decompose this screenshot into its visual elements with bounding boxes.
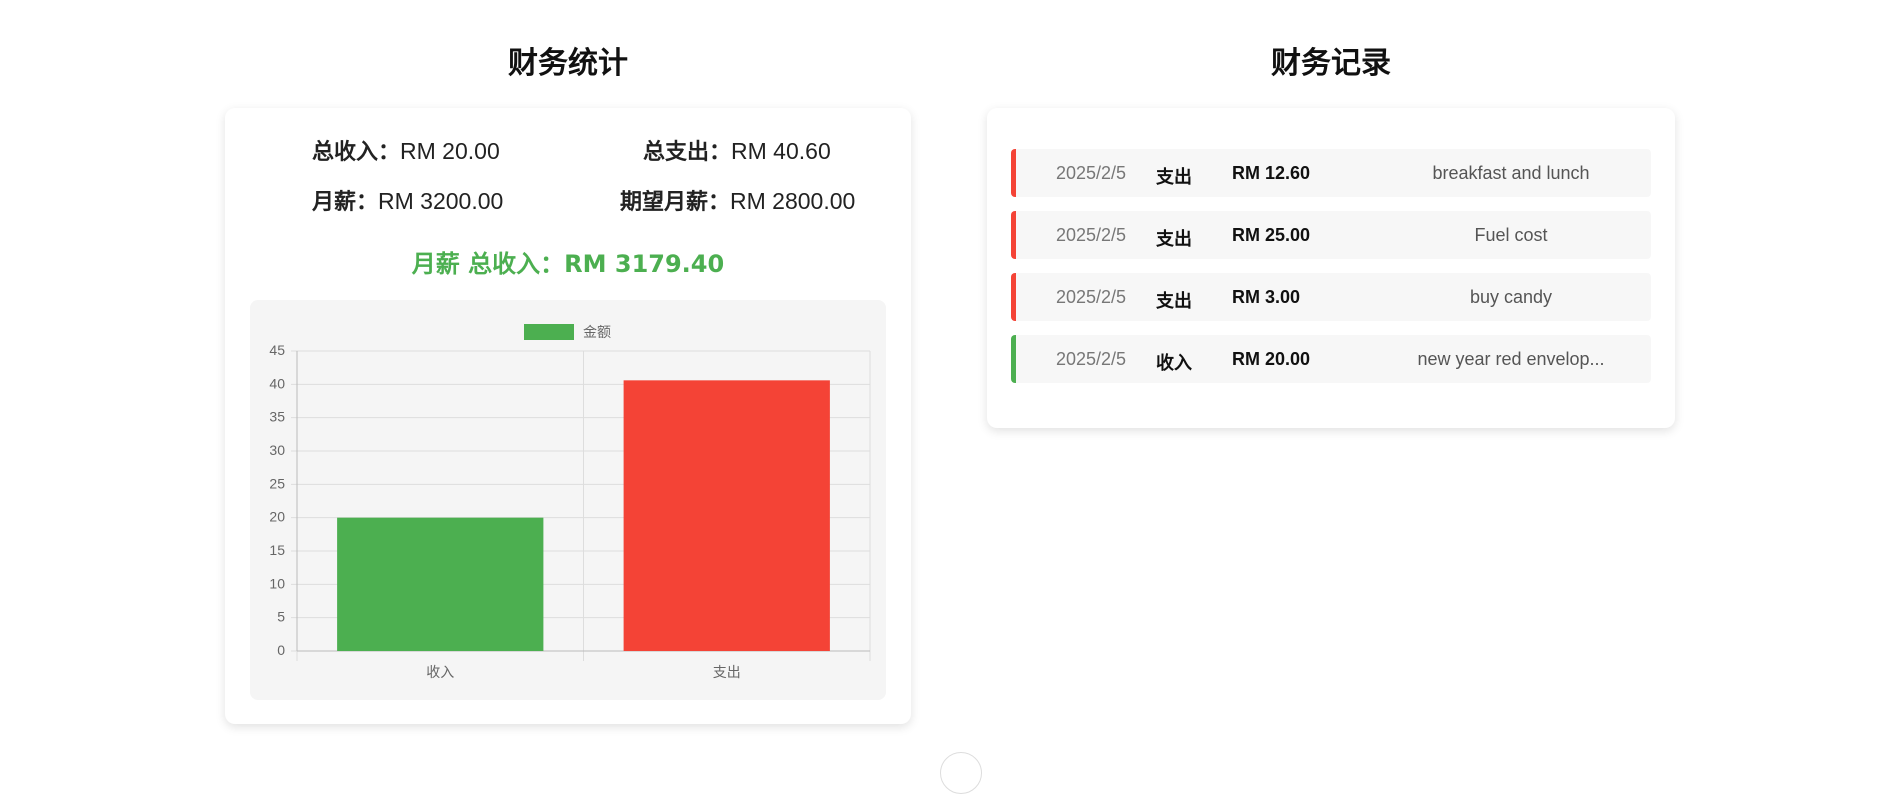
monthly-salary-label: 月薪： [312,190,379,215]
total-income-value: RM 20.00 [400,138,500,164]
records-title: 财务记录 [1271,46,1391,81]
y-tick-label: 5 [277,609,285,625]
stats-title: 财务统计 [508,46,628,81]
bar-1 [623,380,830,651]
x-tick-label: 收入 [426,665,454,681]
records-card: 2025/2/5 支出 RM 12.60 breakfast and lunch 202… [987,108,1675,428]
expected-salary-value: RM 2800.00 [730,188,856,214]
bar-chart-svg: 0 5 10 15 20 25 30 35 40 45 收入 支出 金额 [269,324,871,681]
total-expense-value: RM 40.60 [731,138,831,164]
expected-salary: 期望月薪：RM 2800.00 [620,184,855,216]
record-row[interactable]: 2025/2/5 支出 RM 3.00 buy candy [1011,273,1651,321]
y-tick-label: 20 [269,509,285,525]
salary-total: 月薪 总收入：RM 3179.40 [411,250,725,278]
record-amount: RM 25.00 [1232,225,1311,245]
record-amount: RM 12.60 [1232,163,1311,183]
record-description: new year red envelop... [1417,349,1605,369]
total-income: 总收入：RM 20.00 [312,134,500,166]
record-date: 2025/2/5 [1056,287,1127,307]
y-tick-label: 40 [269,375,285,391]
expected-salary-label: 期望月薪： [620,190,731,215]
monthly-salary: 月薪：RM 3200.00 [312,184,503,216]
record-description: breakfast and lunch [1432,163,1590,183]
total-expense: 总支出：RM 40.60 [643,134,831,166]
scroll-button[interactable] [940,752,982,794]
bar-0 [337,517,544,651]
y-tick-label: 25 [269,475,285,491]
record-description: buy candy [1469,287,1553,307]
monthly-salary-value: RM 3200.00 [378,188,504,214]
record-row[interactable]: 2025/2/5 收入 RM 20.00 new year red envelop..… [1011,335,1651,383]
record-amount: RM 20.00 [1232,349,1311,369]
record-row[interactable]: 2025/2/5 支出 RM 25.00 Fuel cost [1011,211,1651,259]
total-expense-label: 总支出： [643,140,732,165]
y-tick-label: 0 [277,642,285,658]
y-tick-label: 15 [269,542,285,558]
record-row[interactable]: 2025/2/5 支出 RM 12.60 breakfast and lunch [1011,149,1651,197]
record-type: 支出 [1156,229,1192,250]
stats-card: 总收入：RM 20.00 总支出：RM 40.60 月薪：RM 3200.00 … [225,108,911,724]
legend-label: 金额 [583,325,611,341]
y-tick-label: 10 [269,575,285,591]
y-tick-label: 30 [269,442,285,458]
x-tick-label: 支出 [713,665,741,681]
legend-swatch [524,324,574,340]
record-description: Fuel cost [1474,225,1548,245]
record-date: 2025/2/5 [1056,349,1127,369]
record-amount: RM 3.00 [1232,287,1301,307]
record-type: 支出 [1156,291,1192,312]
bar-chart: 0 5 10 15 20 25 30 35 40 45 收入 支出 金额 [250,300,886,700]
total-income-label: 总收入： [312,140,401,165]
record-date: 2025/2/5 [1056,225,1127,245]
record-type: 支出 [1156,167,1192,188]
y-tick-label: 45 [269,342,285,358]
record-type: 收入 [1156,353,1192,374]
y-tick-label: 35 [269,409,285,425]
record-date: 2025/2/5 [1056,163,1127,183]
